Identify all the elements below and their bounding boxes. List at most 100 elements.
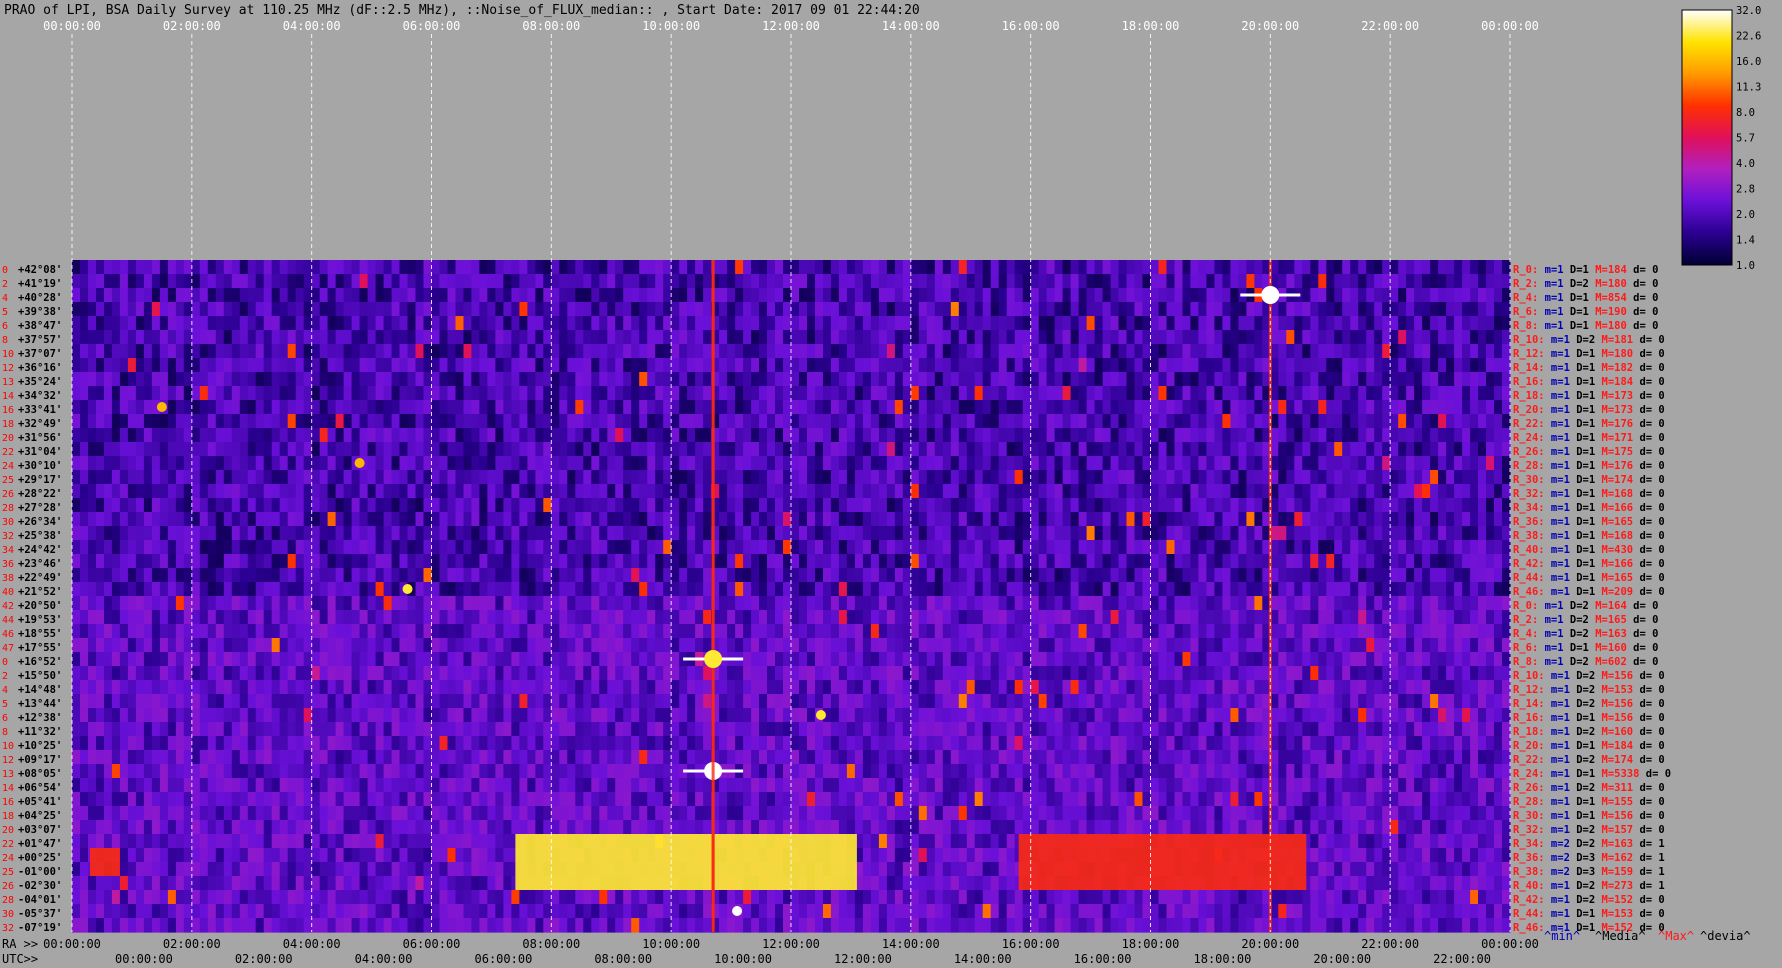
heatmap-cell <box>1350 554 1359 569</box>
heatmap-cell <box>591 428 600 443</box>
heatmap-cell <box>1158 260 1168 275</box>
heatmap-cell <box>1310 568 1319 583</box>
heatmap-cell <box>287 498 297 513</box>
heatmap-cell <box>199 330 209 345</box>
heatmap-cell <box>950 260 960 275</box>
heatmap-cell <box>663 456 672 471</box>
heatmap-cell <box>423 498 433 513</box>
heatmap-cell <box>926 288 936 303</box>
heatmap-cell <box>375 554 385 569</box>
heatmap-cell <box>1022 302 1032 317</box>
heatmap-cell <box>1366 330 1375 345</box>
heatmap-cell <box>1398 512 1407 527</box>
heatmap-cell <box>1062 386 1072 401</box>
heatmap-cell <box>359 288 369 303</box>
heatmap-cell <box>599 596 608 611</box>
heatmap-cell <box>1446 260 1455 275</box>
heatmap-cell <box>215 386 225 401</box>
heatmap-cell <box>663 330 672 345</box>
heatmap-cell <box>535 582 544 597</box>
heatmap-cell <box>319 554 329 569</box>
heatmap-cell <box>647 498 656 513</box>
heatmap-cell <box>950 540 960 555</box>
heatmap-cell <box>918 288 928 303</box>
heatmap-cell <box>807 596 816 611</box>
heatmap-cell <box>807 274 816 289</box>
heatmap-cell <box>950 372 960 387</box>
heatmap-cell <box>974 330 984 345</box>
heatmap-cell <box>543 344 552 359</box>
heatmap-cell <box>1366 400 1375 415</box>
heatmap-cell <box>1214 414 1223 429</box>
heatmap-cell <box>1150 414 1160 429</box>
heatmap-cell <box>527 484 536 499</box>
heatmap-cell <box>1310 358 1319 373</box>
heatmap-cell <box>535 526 544 541</box>
heatmap-cell <box>1142 288 1152 303</box>
heatmap-cell <box>439 470 449 485</box>
heatmap-cell <box>1038 372 1048 387</box>
heatmap-cell <box>343 330 353 345</box>
heatmap-cell <box>1230 386 1239 401</box>
heatmap-cell <box>1502 386 1511 401</box>
heatmap-cell <box>551 400 560 415</box>
heatmap-cell <box>823 288 832 303</box>
heatmap-cell <box>1030 498 1040 513</box>
heatmap-cell <box>823 540 832 555</box>
heatmap-cell <box>886 526 896 541</box>
heatmap-cell <box>615 554 624 569</box>
heatmap-cell <box>1318 540 1327 555</box>
heatmap-cell <box>239 372 249 387</box>
heatmap-cell <box>703 358 712 373</box>
heatmap-cell <box>191 372 201 387</box>
heatmap-cell <box>1278 302 1287 317</box>
heatmap-cell <box>615 498 624 513</box>
heatmap-cell <box>1462 274 1471 289</box>
heatmap-cell <box>1190 372 1199 387</box>
heatmap-cell <box>104 470 113 485</box>
heatmap-cell <box>631 316 640 331</box>
heatmap-cell <box>998 568 1008 583</box>
heatmap-cell <box>1062 554 1072 569</box>
heatmap-cell <box>934 456 944 471</box>
heatmap-cell <box>990 596 1000 611</box>
heatmap-cell <box>111 610 121 625</box>
heatmap-cell <box>663 344 672 359</box>
heatmap-cell <box>1214 526 1223 541</box>
heatmap-cell <box>567 386 576 401</box>
heatmap-cell <box>583 568 592 583</box>
heatmap-cell <box>1502 568 1511 583</box>
heatmap-cell <box>1326 624 1335 639</box>
heatmap-cell <box>503 512 512 527</box>
heatmap-cell <box>687 470 696 485</box>
heatmap-cell <box>1350 344 1359 359</box>
heatmap-cell <box>1382 400 1391 415</box>
heatmap-cell <box>327 428 337 443</box>
heatmap-cell <box>455 400 465 415</box>
heatmap-cell <box>1118 428 1128 443</box>
heatmap-cell <box>663 400 672 415</box>
heatmap-cell <box>583 288 592 303</box>
heatmap-cell <box>1350 330 1359 345</box>
heatmap-cell <box>687 414 696 429</box>
heatmap-cell <box>271 582 281 597</box>
heatmap-cell <box>183 372 193 387</box>
heatmap-cell <box>751 526 760 541</box>
heatmap-cell <box>239 526 249 541</box>
heatmap-cell <box>878 526 888 541</box>
heatmap-cell <box>615 470 624 485</box>
heatmap-cell <box>1206 358 1215 373</box>
heatmap-cell <box>607 624 616 639</box>
heatmap-cell <box>247 400 257 415</box>
heatmap-cell <box>487 638 496 653</box>
heatmap-cell <box>1230 288 1239 303</box>
heatmap-cell <box>870 638 880 653</box>
heatmap-cell <box>623 428 632 443</box>
heatmap-cell <box>846 428 856 443</box>
heatmap-cell <box>215 470 225 485</box>
heatmap-cell <box>687 386 696 401</box>
heatmap-cell <box>1398 582 1407 597</box>
heatmap-cell <box>1086 358 1096 373</box>
heatmap-cell <box>111 624 121 639</box>
heatmap-cell <box>479 512 488 527</box>
